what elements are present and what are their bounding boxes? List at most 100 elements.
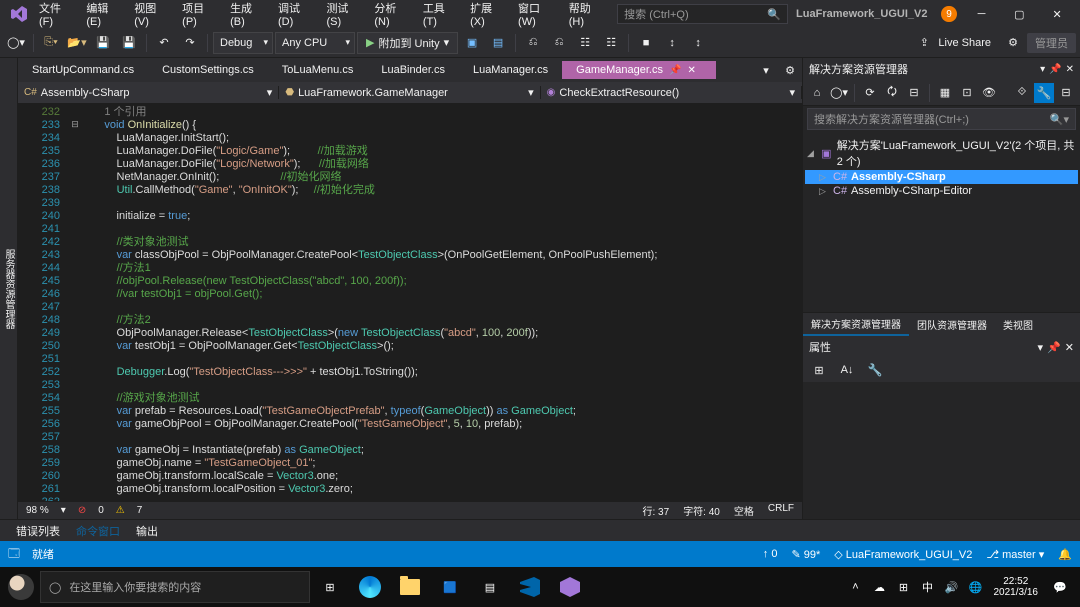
solution-search[interactable]: 搜索解决方案资源管理器(Ctrl+;)🔍▾ [807, 108, 1076, 130]
taskbar-vs[interactable] [550, 567, 590, 607]
tb-icon-3[interactable]: ⎌ [521, 31, 545, 55]
menu-build[interactable]: 生成(B) [224, 0, 270, 32]
props-icon[interactable]: ⊡ [957, 83, 977, 103]
menu-extensions[interactable]: 扩展(X) [464, 0, 510, 32]
tb-icon-4[interactable]: ⎌ [547, 31, 571, 55]
start-avatar-icon[interactable] [8, 574, 34, 600]
code-content[interactable]: 1 个引用 void OnInitialize() { LuaManager.I… [82, 104, 802, 501]
tb-icon-5[interactable]: ☷ [573, 31, 597, 55]
code-editor[interactable]: 2322332342352362372382392402412422432442… [18, 104, 802, 501]
server-explorer-strip[interactable]: 服务器资源管理器 [0, 58, 18, 519]
quick-search[interactable]: 搜索 (Ctrl+Q)🔍 [617, 4, 788, 24]
changes-icon[interactable]: ✎ 99* [791, 548, 820, 561]
tab-startup[interactable]: StartUpCommand.cs [18, 61, 148, 79]
tb-icon-8[interactable]: ↕ [660, 31, 684, 55]
tree-project-2[interactable]: ▷C#Assembly-CSharp-Editor [805, 184, 1078, 198]
tab-gamemanager[interactable]: GameManager.cs📌✕ [562, 61, 716, 79]
live-share-icon[interactable]: ⇪ [912, 31, 936, 55]
notification-badge[interactable]: 9 [941, 6, 956, 22]
close-button[interactable]: ✕ [1038, 0, 1076, 28]
windows-search[interactable]: ◯在这里输入你要搜索的内容 [40, 571, 310, 603]
tab-error-list[interactable]: 错误列表 [8, 521, 68, 541]
zoom-level[interactable]: 98 % [26, 505, 49, 516]
menu-view[interactable]: 视图(V) [128, 0, 174, 32]
maximize-button[interactable]: ▢ [1000, 0, 1038, 28]
collapse-icon[interactable]: ⊟ [904, 83, 924, 103]
tray-network-icon[interactable]: 🌐 [964, 567, 988, 607]
warning-icon[interactable]: ⚠ [116, 505, 125, 516]
error-icon[interactable]: ⊘ [78, 505, 86, 516]
tb-icon-9[interactable]: ↕ [686, 31, 710, 55]
tab-luamanager[interactable]: LuaManager.cs [459, 61, 562, 79]
tab-team-explorer[interactable]: 团队资源管理器 [909, 314, 995, 335]
tab-settings[interactable]: ⚙ [778, 58, 802, 82]
crumb-method[interactable]: ◉CheckExtractResource()▾ [541, 86, 802, 99]
categorize-icon[interactable]: ⊞ [807, 358, 831, 382]
menu-project[interactable]: 项目(P) [176, 0, 222, 32]
menu-analyze[interactable]: 分析(N) [368, 0, 414, 32]
tab-customsettings[interactable]: CustomSettings.cs [148, 61, 268, 79]
refresh-icon[interactable]: 🗘 [882, 83, 902, 103]
sync-icon[interactable]: ⟳ [860, 83, 880, 103]
live-share-label[interactable]: Live Share [938, 37, 991, 49]
tab-solution-explorer[interactable]: 解决方案资源管理器 [803, 313, 909, 336]
new-button[interactable]: ⎘▾ [39, 31, 63, 55]
undo-button[interactable]: ↶ [152, 31, 176, 55]
platform-dropdown[interactable]: Any CPU [275, 32, 355, 54]
fold-gutter[interactable]: ⊟ [68, 104, 82, 501]
view-icon[interactable]: ⟐ [1012, 83, 1032, 103]
filter-icon[interactable]: ⊟ [1056, 83, 1076, 103]
menu-tools[interactable]: 工具(T) [417, 0, 462, 32]
props-close-icon[interactable]: ✕ [1065, 341, 1074, 354]
tree-project-1[interactable]: ▷C#Assembly-CSharp [805, 170, 1078, 184]
config-dropdown[interactable]: Debug [213, 32, 273, 54]
tb-icon-7[interactable]: ■ [634, 31, 658, 55]
tb-icon-6[interactable]: ☷ [599, 31, 623, 55]
minimize-button[interactable]: ─ [963, 0, 1001, 28]
crumb-class[interactable]: ⬣LuaFramework.GameManager▾ [279, 86, 540, 99]
tab-command-window[interactable]: 命令窗口 [68, 521, 128, 541]
attach-button[interactable]: ▶附加到 Unity ▾ [357, 32, 458, 54]
tb-icon-2[interactable]: ▤ [486, 31, 510, 55]
home-icon[interactable]: ⌂ [807, 83, 827, 103]
menu-debug[interactable]: 调试(D) [272, 0, 318, 32]
taskbar-vscode[interactable] [510, 567, 550, 607]
panel-pin-icon[interactable]: 📌 [1049, 64, 1061, 75]
panel-dropdown-icon[interactable]: ▾ [1040, 64, 1045, 75]
preview-icon[interactable]: 👁 [979, 83, 999, 103]
wrench-icon[interactable]: 🔧 [1034, 83, 1054, 103]
menu-window[interactable]: 窗口(W) [512, 0, 561, 32]
tab-output[interactable]: 输出 [128, 521, 166, 541]
menu-test[interactable]: 测试(S) [320, 0, 366, 32]
tab-luabinder[interactable]: LuaBinder.cs [367, 61, 459, 79]
task-view-icon[interactable]: ⊞ [310, 567, 350, 607]
menu-help[interactable]: 帮助(H) [563, 0, 609, 32]
save-button[interactable]: 💾 [91, 31, 115, 55]
props-pin-icon[interactable]: 📌 [1047, 341, 1061, 354]
tab-class-view[interactable]: 类视图 [995, 314, 1041, 335]
alpha-sort-icon[interactable]: A↓ [835, 358, 859, 382]
branch-indicator[interactable]: ⎇ master ▾ [986, 548, 1044, 561]
publish-icon[interactable]: ↑ 0 [763, 548, 778, 560]
back-icon[interactable]: ◯▾ [829, 83, 849, 103]
notification-icon[interactable]: 🔔 [1058, 548, 1072, 561]
repo-indicator[interactable]: ◇ LuaFramework_UGUI_V2 [834, 548, 972, 561]
tray-up-icon[interactable]: ˄ [844, 567, 868, 607]
tray-volume-icon[interactable]: 🔊 [940, 567, 964, 607]
tree-solution[interactable]: ◢▣解决方案'LuaFramework_UGUI_V2'(2 个项目, 共 2 … [805, 136, 1078, 170]
tb-icon-1[interactable]: ▣ [460, 31, 484, 55]
action-center-icon[interactable]: 💬 [1044, 567, 1076, 607]
panel-close-icon[interactable]: ✕ [1066, 64, 1074, 75]
tb-ext-icon[interactable]: ⚙ [1001, 31, 1025, 55]
menu-file[interactable]: 文件(F) [33, 0, 78, 32]
open-button[interactable]: 📂▾ [65, 31, 89, 55]
taskbar-explorer[interactable] [390, 567, 430, 607]
pin-icon[interactable]: 📌 [669, 65, 681, 76]
menu-edit[interactable]: 编辑(E) [80, 0, 126, 32]
taskbar-edge[interactable] [350, 567, 390, 607]
redo-button[interactable]: ↷ [178, 31, 202, 55]
tab-overflow[interactable]: ▾ [754, 58, 778, 82]
close-tab-icon[interactable]: ✕ [687, 65, 695, 76]
taskbar-app1[interactable]: 🟦 [430, 567, 470, 607]
crumb-assembly[interactable]: C#Assembly-CSharp▾ [18, 86, 279, 99]
